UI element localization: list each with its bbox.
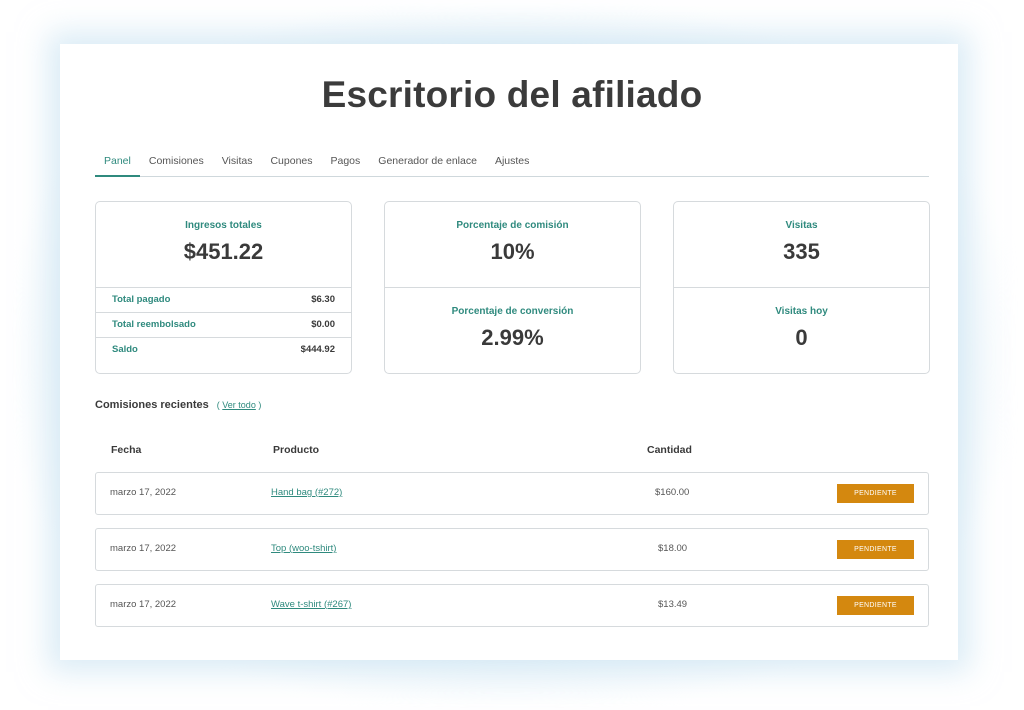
table-row: marzo 17, 2022 Wave t-shirt (#267) $13.4…: [95, 584, 929, 627]
earnings-row-value: $6.30: [311, 294, 335, 305]
view-all-link[interactable]: Ver todo: [222, 400, 256, 410]
earnings-breakdown: Total pagado $6.30 Total reembolsado $0.…: [96, 287, 351, 362]
conversion-rate-value: 2.99%: [481, 325, 544, 350]
status-badge: PENDIENTE: [837, 596, 914, 615]
earnings-row-balance: Saldo $444.92: [96, 337, 351, 362]
header-amount: Cantidad: [647, 444, 692, 456]
tab-generador-de-enlace[interactable]: Generador de enlace: [369, 152, 486, 175]
earnings-label: Ingresos totales: [185, 220, 262, 231]
row-product-link[interactable]: Top (woo-tshirt): [271, 543, 336, 554]
earnings-row-label: Total pagado: [112, 294, 171, 305]
visits-label: Visitas: [785, 220, 818, 231]
row-product-link[interactable]: Hand bag (#272): [271, 487, 342, 498]
earnings-row-refunded: Total reembolsado $0.00: [96, 312, 351, 337]
header-product: Producto: [273, 444, 320, 456]
earnings-row-value: $0.00: [311, 319, 335, 330]
conversion-rate-label: Porcentaje de conversión: [451, 306, 574, 317]
tab-pagos[interactable]: Pagos: [322, 152, 370, 175]
header-date: Fecha: [111, 444, 142, 456]
visits-today-label: Visitas hoy: [775, 306, 828, 317]
tab-visitas[interactable]: Visitas: [213, 152, 262, 175]
tab-panel[interactable]: Panel: [95, 152, 140, 177]
status-badge: PENDIENTE: [837, 484, 914, 503]
tab-cupones[interactable]: Cupones: [261, 152, 321, 175]
commission-rate-label: Porcentaje de comisión: [456, 220, 569, 231]
row-product-link[interactable]: Wave t-shirt (#267): [271, 599, 351, 610]
visits-today-value: 0: [795, 325, 808, 350]
row-date: marzo 17, 2022: [110, 487, 177, 498]
tab-bar: Panel Comisiones Visitas Cupones Pagos G…: [95, 152, 929, 177]
earnings-row-paid: Total pagado $6.30: [96, 288, 351, 312]
visits-today: Visitas hoy 0: [674, 287, 929, 373]
view-all-wrapper: ( Ver todo ): [217, 400, 262, 410]
earnings-value: $451.22: [183, 239, 264, 264]
page-title: Escritorio del afiliado: [321, 74, 703, 115]
row-amount: $13.49: [658, 599, 688, 610]
row-amount: $160.00: [655, 487, 690, 498]
recent-commissions-heading: Comisiones recientes ( Ver todo ): [95, 399, 261, 411]
tab-comisiones[interactable]: Comisiones: [140, 152, 213, 175]
earnings-total: Ingresos totales $451.22: [96, 202, 351, 287]
table-row: marzo 17, 2022 Top (woo-tshirt) $18.00 P…: [95, 528, 929, 571]
table-row: marzo 17, 2022 Hand bag (#272) $160.00 P…: [95, 472, 929, 515]
conversion-rate: Porcentaje de conversión 2.99%: [385, 287, 640, 373]
open-paren: (: [216, 400, 220, 410]
rates-box: Porcentaje de comisión 10% Porcentaje de…: [384, 201, 641, 374]
row-date: marzo 17, 2022: [110, 543, 177, 554]
visits-total: Visitas 335: [674, 202, 929, 287]
tab-ajustes[interactable]: Ajustes: [486, 152, 538, 175]
visits-box: Visitas 335 Visitas hoy 0: [673, 201, 930, 374]
earnings-row-value: $444.92: [300, 344, 335, 355]
visits-value: 335: [783, 239, 820, 264]
row-date: marzo 17, 2022: [110, 599, 177, 610]
row-amount: $18.00: [658, 543, 688, 554]
close-paren: ): [258, 400, 262, 410]
table-header: Fecha Producto Cantidad: [95, 444, 929, 460]
status-badge: PENDIENTE: [837, 540, 914, 559]
recent-heading-text: Comisiones recientes: [95, 399, 209, 411]
earnings-row-label: Saldo: [112, 344, 138, 355]
earnings-box: Ingresos totales $451.22 Total pagado $6…: [95, 201, 352, 374]
commission-rate-value: 10%: [490, 239, 535, 264]
earnings-row-label: Total reembolsado: [112, 319, 196, 330]
commission-rate: Porcentaje de comisión 10%: [385, 202, 640, 287]
